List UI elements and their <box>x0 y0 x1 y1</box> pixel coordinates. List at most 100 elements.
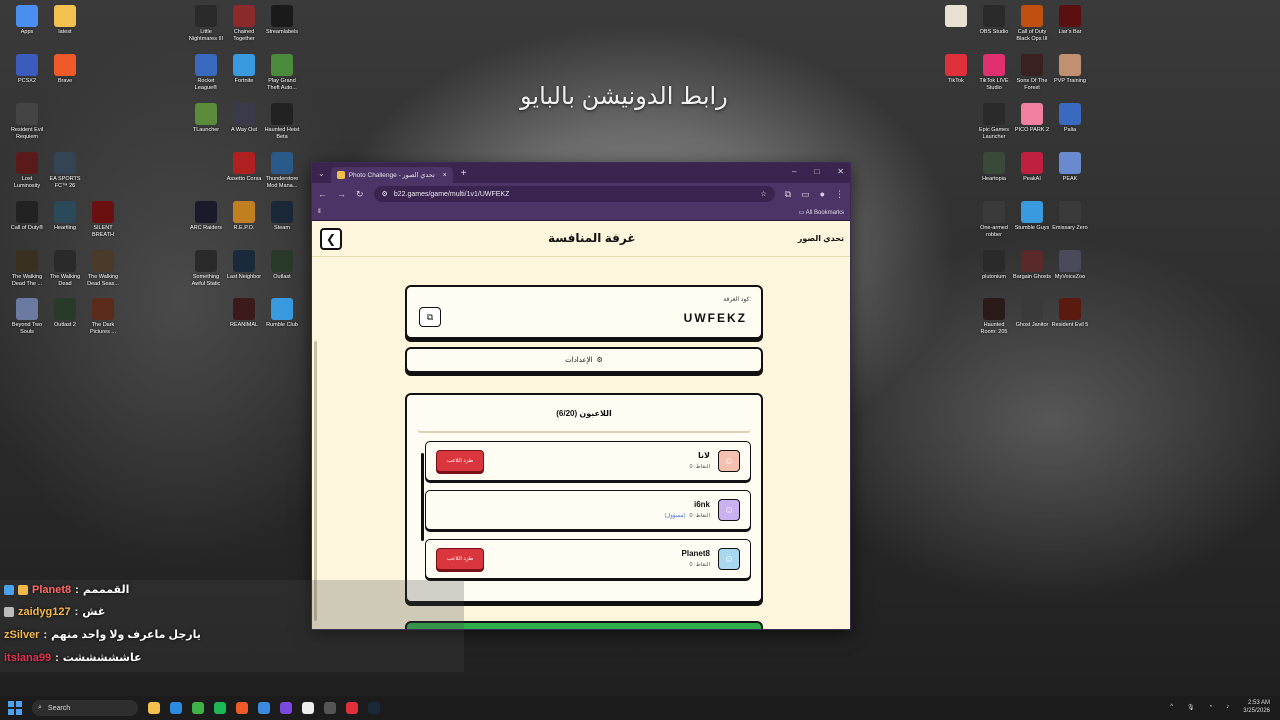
kick-player-button[interactable]: طرد اللاعب <box>436 548 484 570</box>
minimize-button[interactable]: – <box>792 167 796 176</box>
desktop-shortcut[interactable]: Haunted Heist Beta <box>263 103 301 140</box>
desktop-shortcut[interactable]: PICO PARK 2 <box>1013 103 1051 134</box>
site-info-icon[interactable]: ⚙ <box>382 190 388 198</box>
discord-icon[interactable] <box>280 702 292 714</box>
desktop-shortcut[interactable]: Call of Duty Black Ops III <box>1013 5 1051 42</box>
desktop-shortcut[interactable]: PeakAI <box>1013 152 1051 183</box>
clock[interactable]: 2:53 AM 3/25/2026 <box>1243 699 1270 715</box>
desktop-shortcut[interactable]: The Dark Pictures ... <box>84 298 122 335</box>
brave-icon[interactable] <box>236 702 248 714</box>
desktop-shortcut[interactable]: PVP Training <box>1051 54 1089 85</box>
desktop-shortcut[interactable]: Rocket League® <box>187 54 225 91</box>
start-button[interactable] <box>8 701 22 715</box>
desktop-shortcut[interactable]: R.E.P.O. <box>225 201 263 232</box>
spotify-icon[interactable] <box>214 702 226 714</box>
desktop-shortcut[interactable]: Streamlabels <box>263 5 301 36</box>
menu-icon[interactable]: ⋮ <box>835 189 844 200</box>
desktop-shortcut[interactable]: Heartling <box>46 201 84 232</box>
desktop-shortcut[interactable]: Emissary Zero <box>1051 201 1089 232</box>
desktop-shortcut[interactable]: Epic Games Launcher <box>975 103 1013 140</box>
desktop-shortcut[interactable]: Haunted Room: 205 <box>975 298 1013 335</box>
terminal-icon[interactable] <box>324 702 336 714</box>
browser-tab[interactable]: Photo Challenge - تحدي الصور × <box>330 167 453 183</box>
steam-icon[interactable] <box>368 702 380 714</box>
desktop-shortcut[interactable]: Bargain Ghosts <box>1013 250 1051 281</box>
desktop-shortcut[interactable]: plutonium <box>975 250 1013 281</box>
desktop-shortcut[interactable]: Heartopia <box>975 152 1013 183</box>
desktop-shortcut[interactable]: One-armed robber <box>975 201 1013 238</box>
desktop-shortcut[interactable]: MyVoiceZoo <box>1051 250 1089 281</box>
close-tab-icon[interactable]: × <box>443 172 447 179</box>
desktop-shortcut[interactable]: The Walking Dead The ... <box>8 250 46 287</box>
desktop-shortcut[interactable]: Resident Evil Requiem <box>8 103 46 140</box>
desktop-shortcut[interactable]: OBS Studio <box>975 5 1013 36</box>
desktop-shortcut[interactable]: Sons Of The Forest <box>1013 54 1051 91</box>
desktop-shortcut[interactable]: Liar's Bar <box>1051 5 1089 36</box>
profile-icon[interactable]: ● <box>820 189 825 199</box>
desktop-shortcut[interactable]: A Way Out <box>225 103 263 134</box>
desktop-shortcut[interactable]: Rumble Club <box>263 298 301 329</box>
desktop-shortcut[interactable]: Apps <box>8 5 46 36</box>
all-bookmarks[interactable]: ▭ All Bookmarks <box>799 209 844 216</box>
taskbar-search[interactable]: ⌕ Search <box>32 700 138 716</box>
volume-icon[interactable]: ♪ <box>1226 704 1229 710</box>
desktop-shortcut[interactable]: Play Grand Theft Auto... <box>263 54 301 91</box>
desktop-shortcut[interactable]: Thunderstore Mod Mana... <box>263 152 301 189</box>
desktop-shortcut[interactable]: Last Neighbor <box>225 250 263 281</box>
chevron-up-icon[interactable]: ^ <box>1170 704 1173 710</box>
desktop-shortcut[interactable]: REANIMAL <box>225 298 263 329</box>
desktop-shortcut[interactable]: The Walking Dead Seas... <box>84 250 122 287</box>
copy-code-button[interactable]: ⧉ <box>419 307 441 327</box>
network-icon[interactable]: ◔ <box>1209 704 1213 710</box>
desktop-shortcut[interactable]: Assetto Corsa <box>225 152 263 183</box>
desktop-shortcut[interactable]: Lost Luminosity <box>8 152 46 189</box>
desktop-shortcut[interactable]: Little Nightmares III <box>187 5 225 42</box>
forward-arrow-icon[interactable]: → <box>337 189 346 199</box>
close-window-button[interactable]: ✕ <box>837 167 844 176</box>
desktop-shortcut[interactable]: Chained Together <box>225 5 263 42</box>
bookmark-star-icon[interactable]: ☆ <box>760 190 766 198</box>
extensions-icon[interactable]: ⧉ <box>785 189 791 200</box>
back-button[interactable]: ❮ <box>320 227 342 250</box>
edge-icon[interactable] <box>170 702 182 714</box>
desktop-shortcut[interactable]: Outlast 2 <box>46 298 84 329</box>
desktop-shortcut[interactable]: PEAK <box>1051 152 1089 183</box>
desktop-shortcut[interactable]: Steam <box>263 201 301 232</box>
desktop-shortcut[interactable]: TLauncher <box>187 103 225 134</box>
desktop-shortcut[interactable]: SILENT BREATH <box>84 201 122 238</box>
tiktok-icon[interactable] <box>346 702 358 714</box>
page-scrollbar[interactable] <box>314 341 317 621</box>
desktop-shortcut[interactable]: PCSX2 <box>8 54 46 85</box>
desktop-shortcut[interactable]: Fortnite <box>225 54 263 85</box>
kick-player-button[interactable]: طرد اللاعب <box>436 450 484 472</box>
file-explorer-icon[interactable] <box>148 702 160 714</box>
desktop-shortcut[interactable]: Something Awful Static <box>187 250 225 287</box>
desktop-shortcut[interactable]: Resident Evil 5 <box>1051 298 1089 329</box>
maximize-button[interactable]: □ <box>814 167 819 176</box>
desktop-shortcut[interactable] <box>937 5 975 29</box>
desktop-shortcut[interactable]: Call of Duty® <box>8 201 46 232</box>
cast-icon[interactable]: ▭ <box>801 189 810 200</box>
apps-grid-icon[interactable]: ⦀ <box>318 209 321 216</box>
desktop-shortcut[interactable]: Brave <box>46 54 84 85</box>
desktop-shortcut[interactable]: Outlast <box>263 250 301 281</box>
microphone-icon[interactable]: 🎙 <box>1187 704 1195 711</box>
address-bar[interactable]: ⚙ b22.games/game/multi/1v1/UWFEKZ ☆ <box>373 186 775 202</box>
reload-icon[interactable]: ↻ <box>356 189 364 200</box>
store-icon[interactable] <box>258 702 270 714</box>
desktop-shortcut[interactable]: The Walking Dead <box>46 250 84 287</box>
desktop-shortcut[interactable]: EA SPORTS FC™ 26 <box>46 152 84 189</box>
desktop-shortcut[interactable]: TikTok LIVE Studio <box>975 54 1013 91</box>
site-logo[interactable]: تحدي الصور <box>798 234 844 243</box>
desktop-shortcut[interactable]: latest <box>46 5 84 36</box>
desktop-shortcut[interactable]: TikTok <box>937 54 975 85</box>
desktop-shortcut[interactable]: ARC Raiders <box>187 201 225 232</box>
desktop-shortcut[interactable]: Ghost Janitor <box>1013 298 1051 329</box>
obs-icon[interactable] <box>302 702 314 714</box>
settings-button[interactable]: الإعدادات ⚙ <box>405 347 763 373</box>
tab-search-icon[interactable]: ⌄ <box>318 169 325 178</box>
desktop-shortcut[interactable]: Beyond Two Souls <box>8 298 46 335</box>
desktop-shortcut[interactable]: Stumble Guys <box>1013 201 1051 232</box>
desktop-shortcut[interactable]: Palia <box>1051 103 1089 134</box>
chrome-icon[interactable] <box>192 702 204 714</box>
